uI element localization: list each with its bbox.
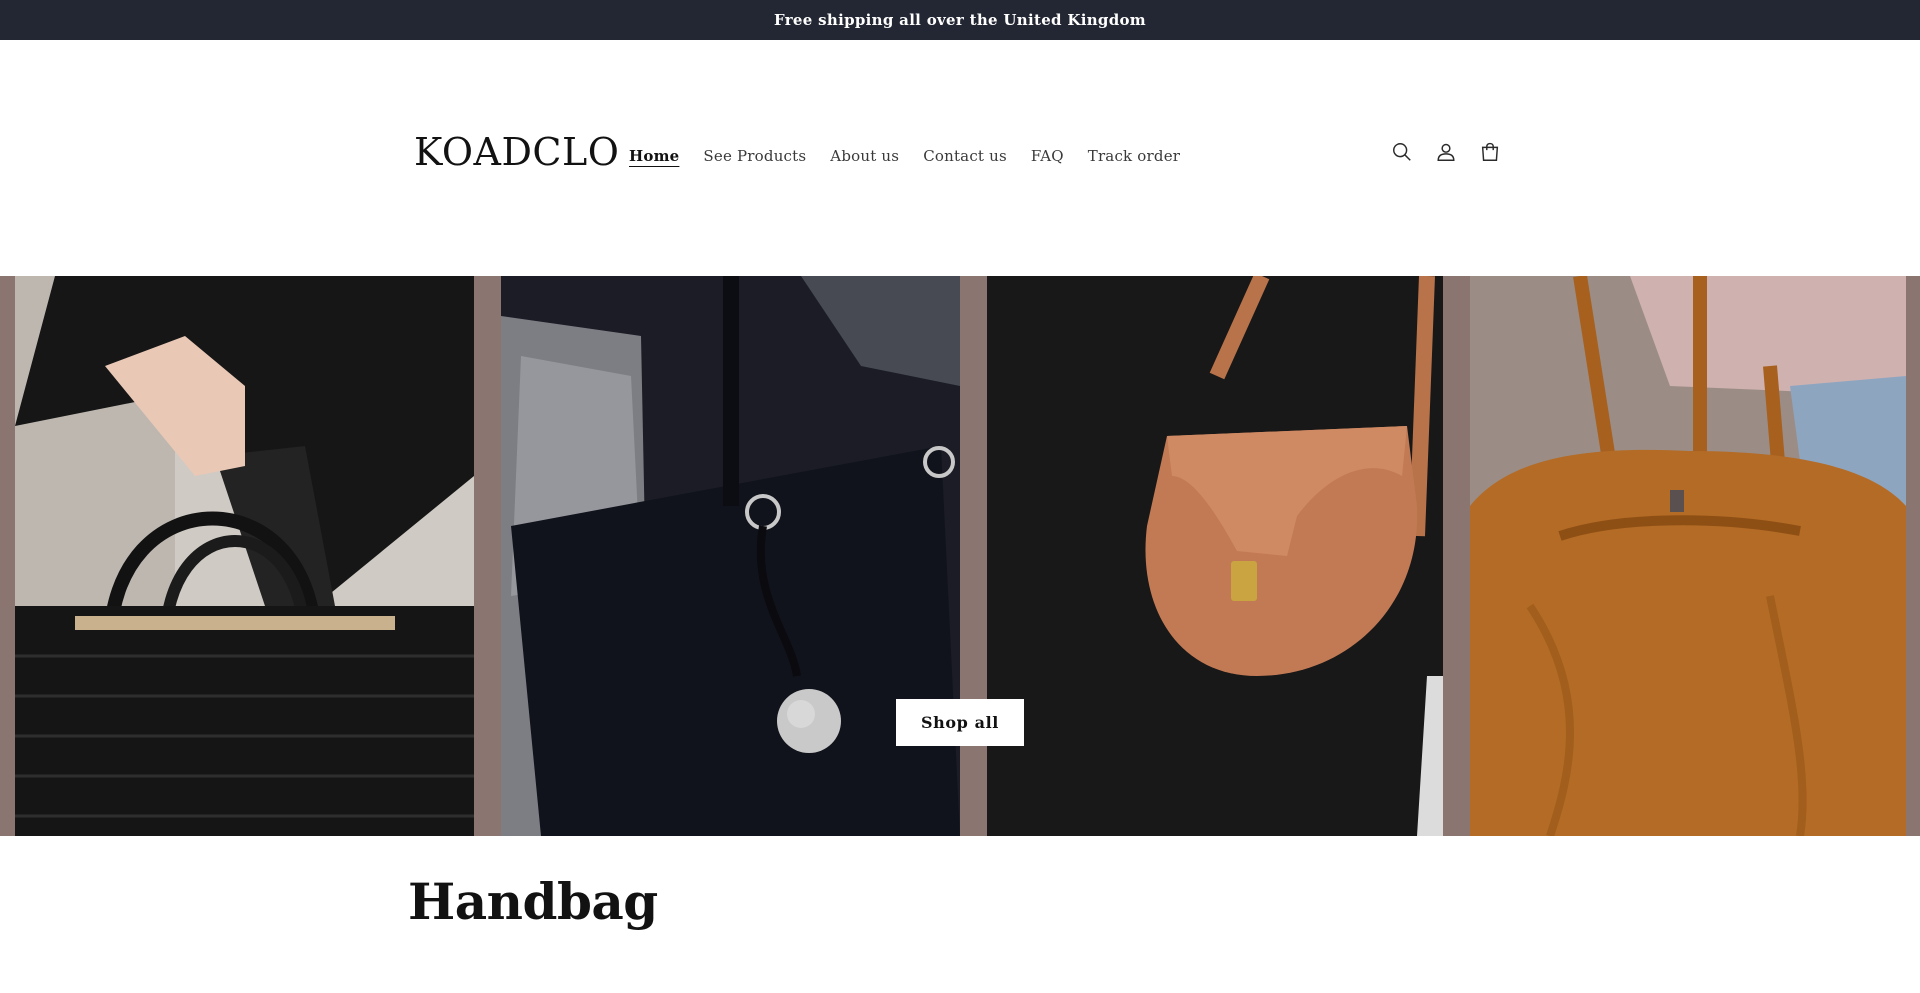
announcement-bar: Free shipping all over the United Kingdo… [0, 0, 1920, 40]
hero-image-navy-leather-tote [501, 276, 960, 836]
hero-image-black-quilted-handbag [15, 276, 474, 836]
cart-icon[interactable] [1478, 140, 1502, 164]
nav-link-about-us[interactable]: About us [830, 147, 899, 165]
search-icon[interactable] [1390, 140, 1414, 164]
main-nav: Home See Products About us Contact us FA… [629, 147, 1204, 165]
hero-banner [0, 276, 1920, 836]
site-header: KOADCLO Home See Products About us Conta… [0, 40, 1920, 276]
nav-link-track-order[interactable]: Track order [1088, 147, 1180, 165]
hero-image-brown-suede-hobo-bag [1470, 276, 1906, 836]
header-icons [1390, 140, 1502, 164]
hero-image-tan-saddle-bag [987, 276, 1443, 836]
account-icon[interactable] [1434, 140, 1458, 164]
nav-link-contact-us[interactable]: Contact us [923, 147, 1007, 165]
section-title-handbag: Handbag [408, 872, 658, 931]
nav-link-home[interactable]: Home [629, 147, 679, 165]
nav-link-see-products[interactable]: See Products [703, 147, 806, 165]
nav-link-faq[interactable]: FAQ [1031, 147, 1064, 165]
site-logo[interactable]: KOADCLO [414, 130, 619, 174]
shop-all-button[interactable]: Shop all [896, 699, 1024, 746]
announcement-text: Free shipping all over the United Kingdo… [774, 11, 1146, 29]
